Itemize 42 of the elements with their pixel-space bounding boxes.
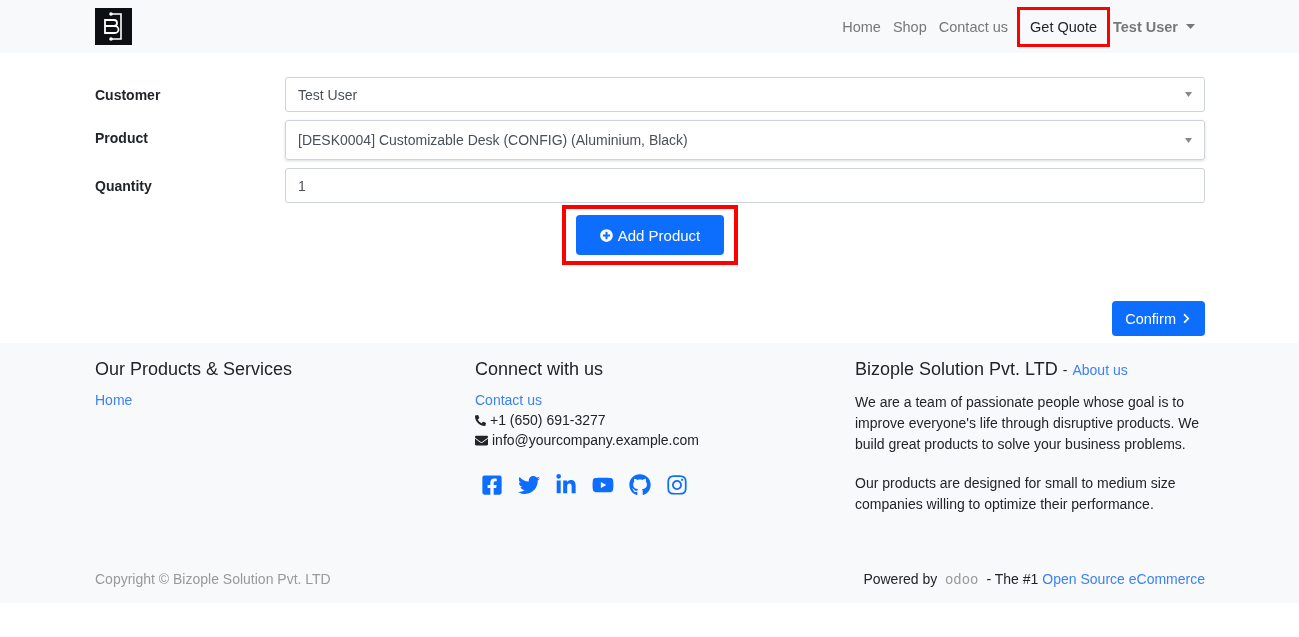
- field-label: Quantity: [95, 177, 153, 194]
- footer-link[interactable]: Contact us: [475, 392, 855, 408]
- nav-link[interactable]: Get Quote: [1017, 6, 1110, 47]
- odoo-logo[interactable]: odoo: [945, 571, 979, 587]
- tagline-text: - The #1: [986, 571, 1039, 587]
- select-field[interactable]: [DESK0004] Customizable Desk (CONFIG) (Aluminium, Black): [285, 120, 1205, 160]
- logo-icon[interactable]: [95, 8, 132, 45]
- caret-icon: [1186, 24, 1195, 29]
- dropdown-arrow-icon: [1185, 92, 1192, 97]
- github-icon[interactable]: [629, 474, 651, 496]
- footer-link[interactable]: About us: [1072, 362, 1128, 378]
- footer-link[interactable]: Home: [95, 392, 475, 408]
- chevron-icon: [1181, 313, 1192, 324]
- dropdown-arrow-icon: [1185, 137, 1192, 143]
- field-label: Product: [95, 129, 149, 146]
- footer-link[interactable]: Open Source eCommerce: [1042, 571, 1205, 587]
- footer-heading: Connect with us: [475, 359, 604, 380]
- linkedin-icon[interactable]: [555, 474, 577, 496]
- phone-number: +1 (650) 691-3277: [490, 412, 606, 428]
- footer-heading: Our Products & Services: [95, 359, 293, 380]
- about-paragraph: Our products are designed for small to medium size companies willing to optimize their performance.: [855, 474, 1177, 514]
- nav-link[interactable]: Contact us: [932, 6, 1015, 47]
- add-product-button[interactable]: Add Product: [575, 215, 725, 255]
- twitter-icon[interactable]: [518, 474, 540, 496]
- phone-icon: [475, 414, 486, 426]
- powered-by-text: Powered by: [863, 571, 938, 587]
- facebook-icon[interactable]: [481, 474, 503, 496]
- plus-icon: [599, 228, 613, 242]
- confirm-button[interactable]: Confirm: [1112, 301, 1205, 336]
- instagram-icon[interactable]: [666, 474, 688, 496]
- about-paragraph: We are a team of passionate people whose goal is to improve everyone's life through disruptive products. We build great products to solve your business problems.: [855, 393, 1201, 454]
- envelope-icon: [475, 433, 488, 447]
- input-field[interactable]: 1: [285, 168, 1205, 203]
- email-address: info@yourcompany.example.com: [492, 432, 699, 448]
- field-label: Customer: [95, 86, 162, 103]
- user-menu[interactable]: Test User: [1113, 18, 1205, 35]
- footer-heading: Bizople Solution Pvt. LTD: [855, 359, 1058, 380]
- copyright-text: Copyright © Bizople Solution Pvt. LTD: [95, 571, 331, 587]
- separator: -: [1062, 362, 1068, 378]
- nav-link[interactable]: Shop: [886, 6, 933, 47]
- nav-link[interactable]: Home: [836, 6, 887, 47]
- select-field[interactable]: Test User: [285, 77, 1205, 112]
